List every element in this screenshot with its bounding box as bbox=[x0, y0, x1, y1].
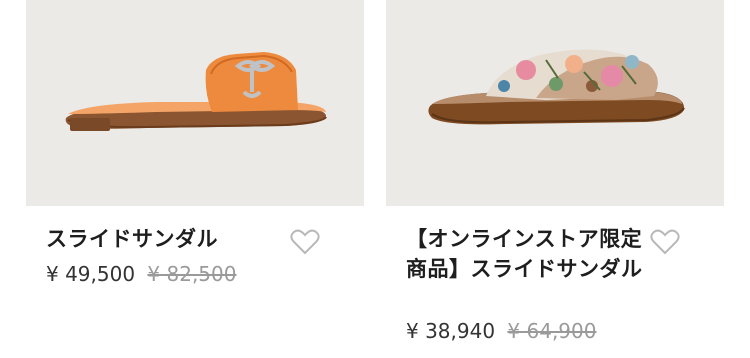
floral-cross-slide-sandal-image bbox=[428, 49, 685, 125]
heart-outline-icon bbox=[290, 229, 320, 255]
price-row: ¥ 38,940 ¥ 64,900 bbox=[406, 319, 596, 343]
product-card[interactable]: スライドサンダル ¥ 49,500 ¥ 82,500 bbox=[26, 0, 364, 286]
price-row: ¥ 49,500 ¥ 82,500 bbox=[46, 262, 236, 286]
product-title[interactable]: スライドサンダル bbox=[46, 224, 296, 254]
product-title[interactable]: 【オンラインストア限定商品】スライドサンダル bbox=[406, 224, 656, 284]
original-price: ¥ 82,500 bbox=[147, 262, 237, 286]
product-card[interactable]: 【オンラインストア限定商品】スライドサンダル ¥ 38,940 ¥ 64,900 bbox=[386, 0, 724, 343]
heart-outline-icon bbox=[650, 229, 680, 255]
product-image[interactable] bbox=[386, 0, 724, 206]
product-image[interactable] bbox=[26, 0, 364, 206]
heart-icon[interactable] bbox=[290, 229, 320, 255]
product-grid: スライドサンダル ¥ 49,500 ¥ 82,500 【オンラインストア限定商品… bbox=[0, 0, 750, 358]
sale-price: ¥ 38,940 bbox=[406, 319, 496, 343]
sale-price: ¥ 49,500 bbox=[46, 262, 136, 286]
heart-icon[interactable] bbox=[650, 229, 680, 255]
orange-slide-sandal-image bbox=[65, 52, 327, 131]
original-price: ¥ 64,900 bbox=[507, 319, 597, 343]
